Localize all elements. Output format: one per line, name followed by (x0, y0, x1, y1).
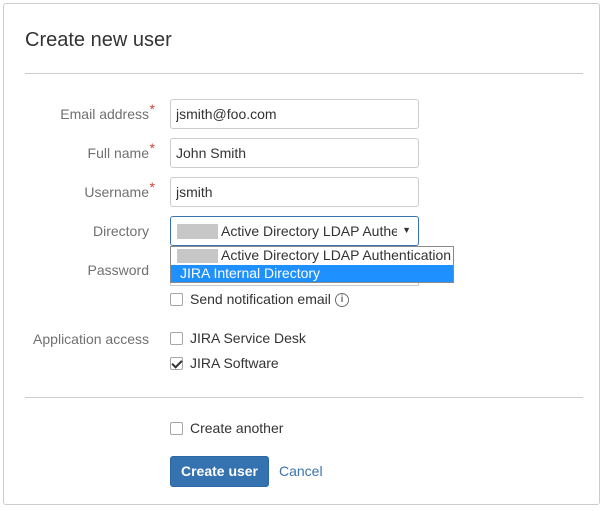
triangle-down-icon: ▼ (402, 225, 411, 235)
create-another-checkbox[interactable] (170, 422, 183, 435)
username-label: Username * (84, 179, 155, 200)
fullname-field[interactable] (170, 138, 419, 168)
create-user-dialog: Create new user Email address* Full name… (3, 3, 600, 505)
jira-service-desk-label: JIRA Service Desk (190, 330, 306, 346)
jira-service-desk-checkbox[interactable] (170, 332, 183, 345)
jira-software-checkbox[interactable] (170, 357, 183, 370)
directory-dropdown-list: Active Directory LDAP Authentication JIR… (170, 246, 454, 283)
footer-divider (25, 397, 583, 398)
username-field[interactable] (170, 177, 419, 207)
jira-software-label: JIRA Software (190, 355, 279, 371)
create-user-button[interactable]: Create user (170, 456, 269, 487)
send-notification-checkbox[interactable] (170, 293, 183, 306)
directory-option-ldap[interactable]: Active Directory LDAP Authentication (171, 247, 453, 264)
required-marker: * (149, 179, 155, 195)
create-another-label: Create another (190, 420, 284, 436)
required-marker: * (149, 140, 155, 156)
info-icon[interactable]: i (335, 293, 349, 307)
directory-color-swatch (177, 249, 218, 263)
email-field[interactable] (170, 99, 419, 129)
required-marker: * (149, 101, 155, 117)
email-label: Email address * (60, 101, 155, 122)
directory-option-internal[interactable]: JIRA Internal Directory (171, 265, 453, 282)
password-label: Password (87, 262, 149, 278)
application-access-label: Application access (33, 331, 149, 347)
fullname-label: Full name * (87, 140, 155, 161)
dialog-title: Create new user (25, 29, 172, 51)
directory-label: Directory (92, 223, 149, 239)
directory-color-swatch (177, 224, 218, 239)
directory-select[interactable]: Active Directory LDAP Authentication ▼ (170, 216, 419, 246)
header-divider (25, 73, 583, 74)
cancel-link[interactable]: Cancel (279, 463, 323, 479)
send-notification-label: Send notification email (190, 291, 331, 307)
directory-selected-value: Active Directory LDAP Authentication (221, 223, 397, 239)
